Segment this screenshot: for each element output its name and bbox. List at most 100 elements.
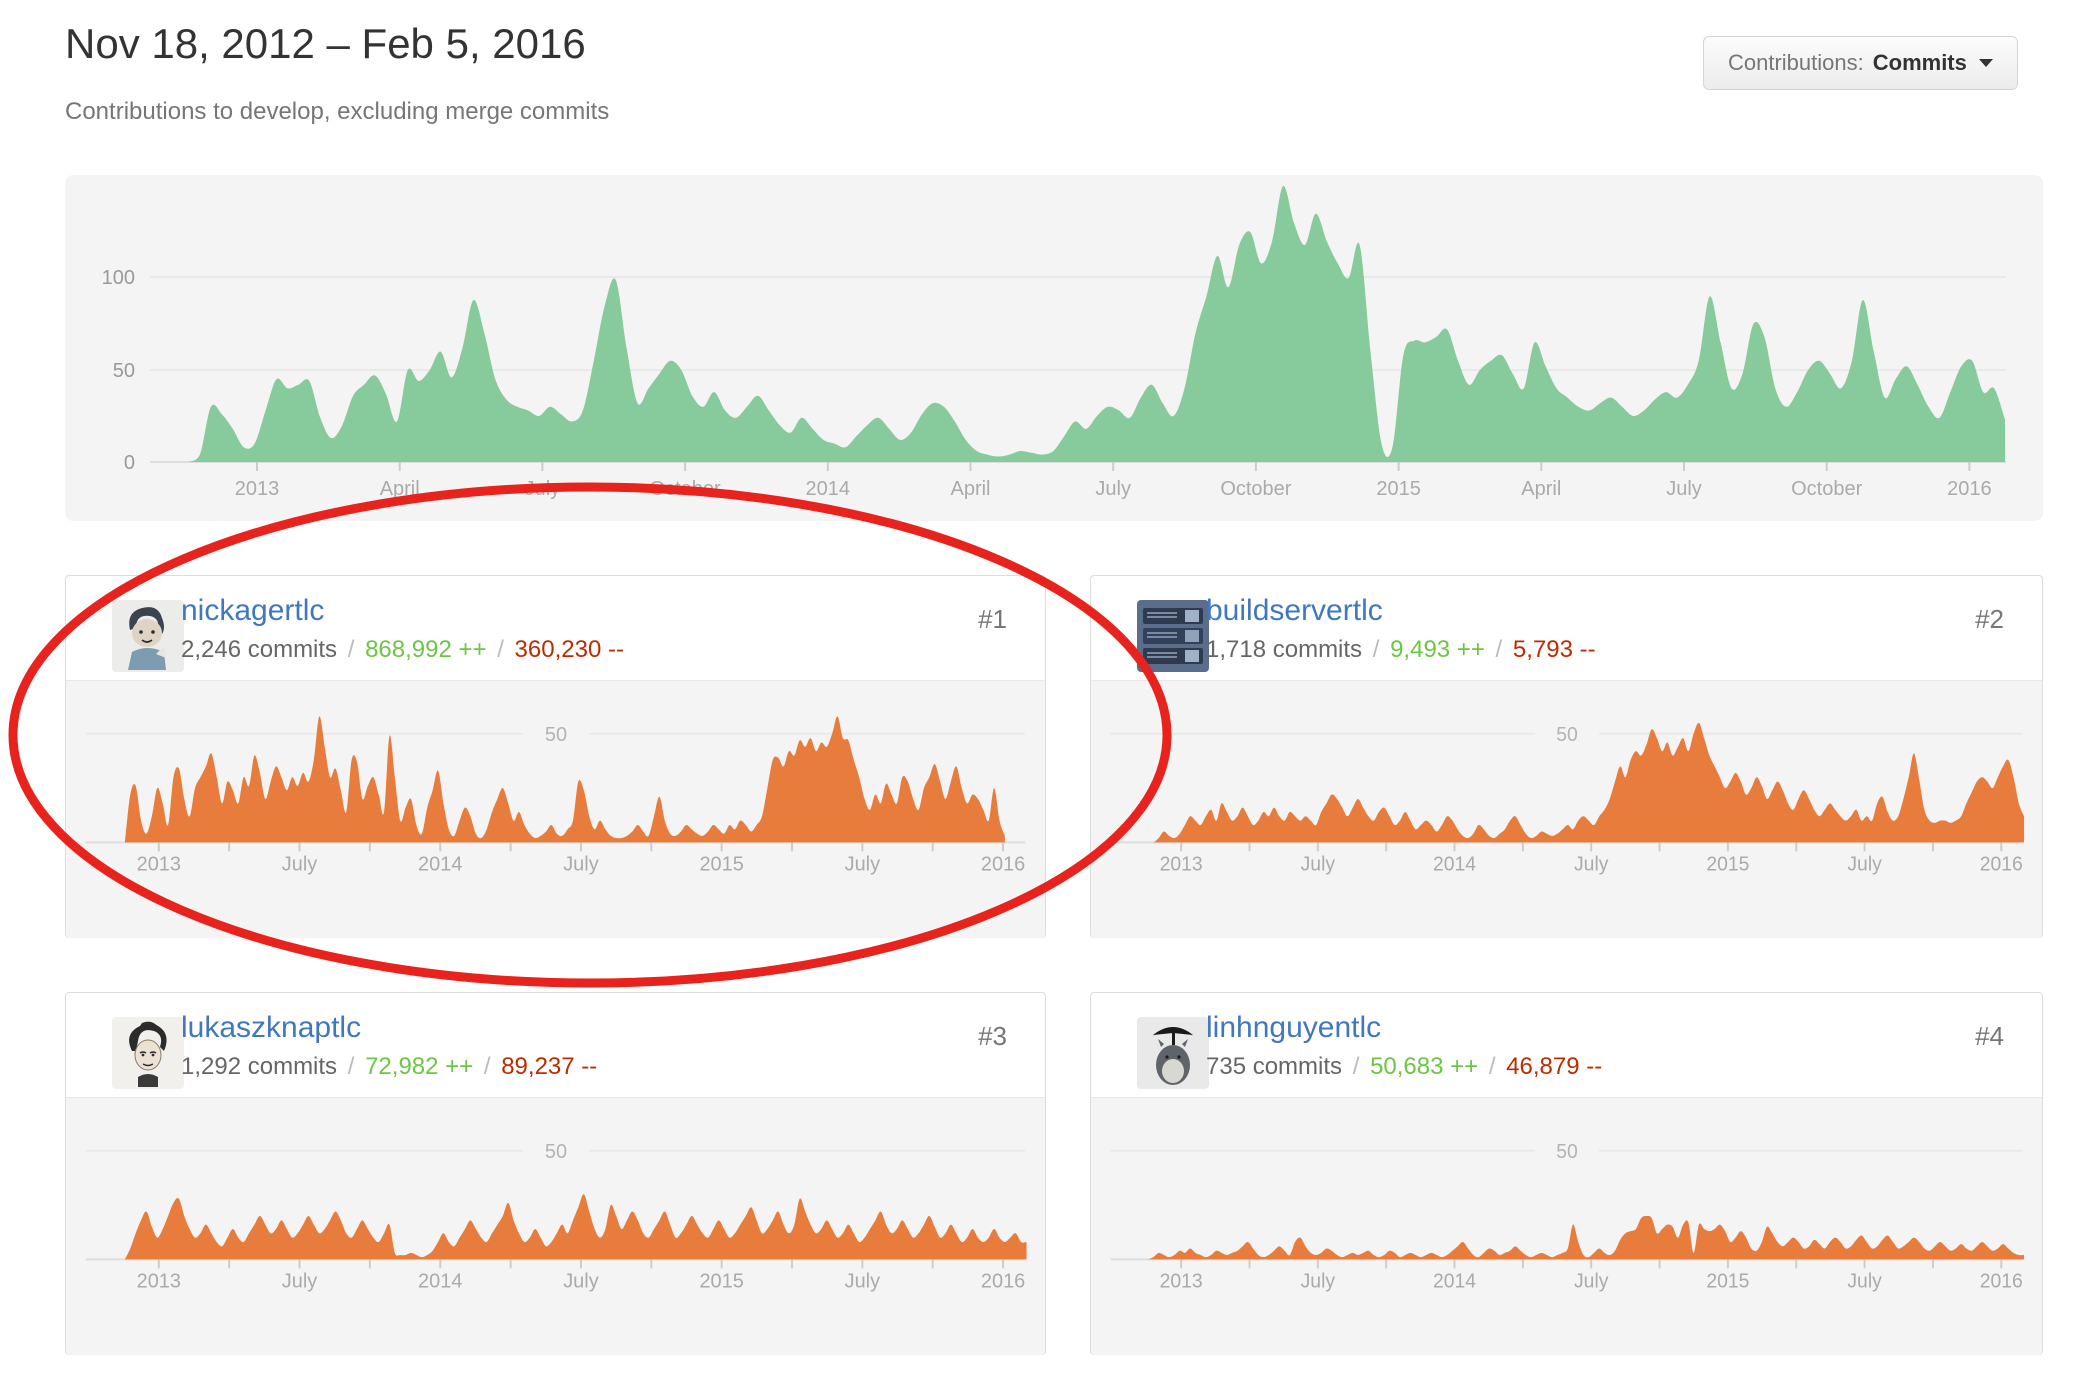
svg-text:October: October xyxy=(650,478,721,500)
main-graph-area: 0 50 100 2013 April July October 2014 April July O… xyxy=(65,175,2043,521)
svg-text:July: July xyxy=(1574,853,1609,875)
svg-text:July: July xyxy=(1301,1270,1336,1292)
svg-text:50: 50 xyxy=(545,1141,567,1163)
card-header: lukaszknaptlc 1,292 commits / 72,982 ++ … xyxy=(66,993,1045,1097)
card-header: linhnguyentlc 735 commits / 50,683 ++ / … xyxy=(1091,993,2042,1097)
caret-down-icon xyxy=(1979,59,1993,67)
svg-text:July: July xyxy=(1095,478,1131,500)
stats-separator: / xyxy=(480,1053,495,1080)
additions-count: 50,683 ++ xyxy=(1370,1053,1478,1080)
card-header: nickagertlc 2,246 commits / 868,992 ++ /… xyxy=(66,576,1045,680)
svg-text:2015: 2015 xyxy=(1706,853,1749,875)
svg-text:July: July xyxy=(563,853,599,875)
svg-text:July: July xyxy=(1666,478,1702,500)
contributor-graph: 50 2013 July 2014 July 2015 July 2016 xyxy=(66,680,1045,938)
svg-text:2014: 2014 xyxy=(418,853,462,875)
avatar-lukaszknaptlc[interactable] xyxy=(112,1017,184,1089)
page-subtitle: Contributions to develop, excluding merg… xyxy=(65,98,609,126)
deletions-count: 360,230 -- xyxy=(515,636,624,663)
svg-text:2014: 2014 xyxy=(1433,1270,1476,1292)
contributions-filter-button[interactable]: Contributions: Commits xyxy=(1703,36,2018,90)
svg-text:2016: 2016 xyxy=(1947,478,1992,500)
svg-text:50: 50 xyxy=(545,724,567,746)
contributor-stats: 2,246 commits / 868,992 ++ / 360,230 -- xyxy=(181,636,624,664)
contributors-page: Nov 18, 2012 – Feb 5, 2016 Contributions… xyxy=(0,0,2098,1382)
svg-text:2015: 2015 xyxy=(1706,1270,1749,1292)
commit-count: 735 commits xyxy=(1206,1053,1342,1080)
contributor-username-link[interactable]: buildservertlc xyxy=(1206,594,1383,628)
svg-text:2016: 2016 xyxy=(1980,853,2023,875)
contributor-card-4: linhnguyentlc 735 commits / 50,683 ++ / … xyxy=(1090,992,2043,1355)
filter-label: Contributions: xyxy=(1728,50,1864,76)
svg-text:July: July xyxy=(1301,853,1336,875)
contributor-username-link[interactable]: lukaszknaptlc xyxy=(181,1011,361,1045)
svg-text:0: 0 xyxy=(124,452,135,474)
svg-text:October: October xyxy=(1220,478,1291,500)
additions-count: 868,992 ++ xyxy=(365,636,486,663)
deletions-count: 46,879 -- xyxy=(1506,1053,1602,1080)
additions-count: 9,493 ++ xyxy=(1390,636,1485,663)
contributor-rank-badge: #1 xyxy=(978,604,1007,635)
svg-text:October: October xyxy=(1791,478,1862,500)
svg-text:50: 50 xyxy=(113,360,135,382)
svg-text:July: July xyxy=(1574,1270,1609,1292)
stats-separator: / xyxy=(1485,1053,1500,1080)
stats-separator: / xyxy=(1369,636,1384,663)
svg-text:July: July xyxy=(282,1270,318,1292)
svg-text:2013: 2013 xyxy=(1160,853,1203,875)
deletions-count: 89,237 -- xyxy=(501,1053,597,1080)
deletions-count: 5,793 -- xyxy=(1513,636,1596,663)
svg-text:April: April xyxy=(1521,478,1561,500)
contributor-card-2: buildservertlc 1,718 commits / 9,493 ++ … xyxy=(1090,575,2043,938)
avatar-linhnguyentlc[interactable] xyxy=(1137,1017,1209,1089)
svg-text:2013: 2013 xyxy=(235,478,280,500)
svg-text:2013: 2013 xyxy=(1160,1270,1203,1292)
contributor-card-3: lukaszknaptlc 1,292 commits / 72,982 ++ … xyxy=(65,992,1046,1355)
svg-text:2015: 2015 xyxy=(1376,478,1421,500)
svg-text:July: July xyxy=(525,478,561,500)
svg-text:July: July xyxy=(845,853,881,875)
svg-text:2014: 2014 xyxy=(1433,853,1476,875)
contributor-graph: 50 2013 July 2014 July 2015 July 2016 xyxy=(66,1097,1045,1355)
svg-text:2013: 2013 xyxy=(137,1270,181,1292)
svg-text:100: 100 xyxy=(102,267,135,289)
stats-separator: / xyxy=(344,1053,359,1080)
svg-text:April: April xyxy=(380,478,420,500)
stats-separator: / xyxy=(344,636,359,663)
svg-text:July: July xyxy=(845,1270,881,1292)
contributor-username-link[interactable]: nickagertlc xyxy=(181,594,324,628)
contributor-card-1: nickagertlc 2,246 commits / 868,992 ++ /… xyxy=(65,575,1046,938)
contributor-rank-badge: #3 xyxy=(978,1021,1007,1052)
contributor-stats: 1,292 commits / 72,982 ++ / 89,237 -- xyxy=(181,1053,597,1081)
stats-separator: / xyxy=(1349,1053,1364,1080)
contributor-stats: 1,718 commits / 9,493 ++ / 5,793 -- xyxy=(1206,636,1596,664)
svg-text:2014: 2014 xyxy=(806,478,851,500)
contributor-username-link[interactable]: linhnguyentlc xyxy=(1206,1011,1381,1045)
additions-count: 72,982 ++ xyxy=(365,1053,473,1080)
commit-count: 1,718 commits xyxy=(1206,636,1362,663)
contributor-rank-badge: #4 xyxy=(1975,1021,2004,1052)
svg-text:2016: 2016 xyxy=(981,1270,1025,1292)
svg-text:2016: 2016 xyxy=(981,853,1025,875)
svg-text:2015: 2015 xyxy=(699,853,743,875)
stats-separator: / xyxy=(1492,636,1507,663)
svg-text:July: July xyxy=(563,1270,599,1292)
svg-text:2013: 2013 xyxy=(137,853,181,875)
contributor-stats: 735 commits / 50,683 ++ / 46,879 -- xyxy=(1206,1053,1602,1081)
card-header: buildservertlc 1,718 commits / 9,493 ++ … xyxy=(1091,576,2042,680)
svg-text:July: July xyxy=(282,853,318,875)
filter-value: Commits xyxy=(1873,50,1967,76)
svg-text:July: July xyxy=(1847,1270,1882,1292)
svg-text:2015: 2015 xyxy=(699,1270,743,1292)
avatar-buildservertlc[interactable] xyxy=(1137,600,1209,672)
svg-text:2014: 2014 xyxy=(418,1270,462,1292)
svg-text:50: 50 xyxy=(1556,1141,1578,1163)
avatar-nickagertlc[interactable] xyxy=(112,600,184,672)
contributor-graph: 50 2013 July 2014 July 2015 July 2016 xyxy=(1091,680,2042,938)
svg-text:July: July xyxy=(1847,853,1882,875)
contributor-rank-badge: #2 xyxy=(1975,604,2004,635)
svg-text:April: April xyxy=(950,478,990,500)
page-title: Nov 18, 2012 – Feb 5, 2016 xyxy=(65,20,586,68)
main-contributions-graph: 0 50 100 2013 April July October 2014 April July O… xyxy=(65,175,2043,521)
svg-text:50: 50 xyxy=(1556,724,1578,746)
